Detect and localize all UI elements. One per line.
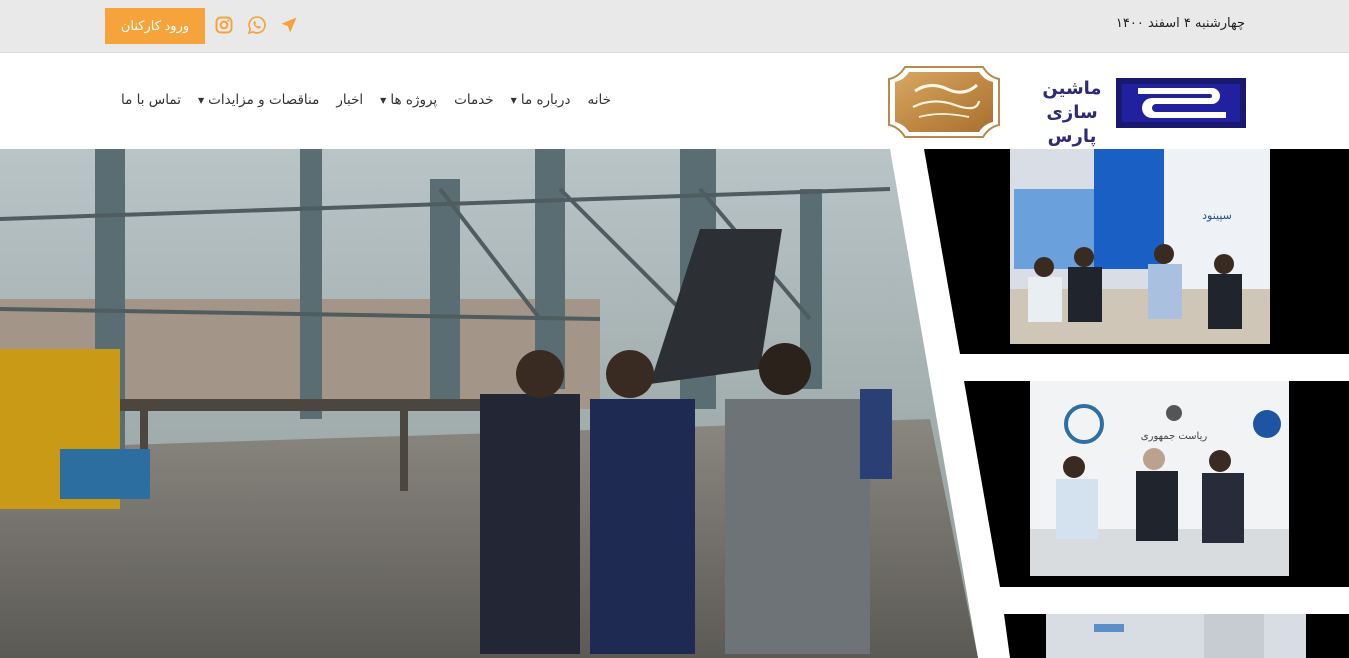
site-header: خانه درباره ما ▼ خدمات پروژه ها ▼ اخبار مناقصات… <box>0 54 1349 149</box>
nav-item-3[interactable]: پروژه ها ▼ <box>371 92 445 108</box>
company-logo[interactable]: ماشین سازی پارس <box>1016 74 1246 147</box>
hero-slider: سپینود ریاست جمهوری <box>0 149 1349 658</box>
production-emblem-logo <box>888 66 1000 138</box>
exhibition-thumbnail-2[interactable]: ریاست جمهوری <box>964 379 1349 589</box>
main-navigation: خانه درباره ما ▼ خدمات پروژه ها ▼ اخبار مناقصات… <box>112 92 619 108</box>
staff-login-button[interactable]: ورود کارکنان <box>105 8 205 44</box>
factory-visit-photo[interactable] <box>0 149 978 658</box>
nav-item-label: خدمات <box>454 92 494 108</box>
nav-item-label: اخبار <box>336 92 364 108</box>
chevron-down-icon: ▼ <box>380 95 387 105</box>
nav-item-2[interactable]: خدمات <box>445 92 502 108</box>
company-name: ماشین سازی پارس <box>1016 77 1128 149</box>
nav-item-1[interactable]: درباره ما ▼ <box>502 92 579 108</box>
exhibition-thumbnail-1[interactable]: سپینود <box>924 149 1349 354</box>
chevron-down-icon: ▼ <box>510 95 517 105</box>
current-date: چهارشنبه ۴ اسفند ۱۴۰۰ <box>1115 16 1245 31</box>
thumb-1-label: سپینود <box>1202 209 1232 222</box>
nav-item-6[interactable]: تماس با ما <box>112 92 189 108</box>
nav-item-4[interactable]: اخبار <box>327 92 371 108</box>
nav-item-label: مناقصات و مزایدات <box>208 92 320 108</box>
thumb-2-label: ریاست جمهوری <box>1141 431 1208 442</box>
exhibition-thumbnail-3[interactable] <box>1004 614 1349 658</box>
instagram-icon[interactable] <box>213 14 235 36</box>
nav-item-label: خانه <box>587 92 611 108</box>
top-bar: چهارشنبه ۴ اسفند ۱۴۰۰ ورود کارکنان <box>0 0 1349 53</box>
nav-item-label: درباره ما <box>520 92 571 108</box>
nav-item-label: تماس با ما <box>121 92 181 108</box>
nav-item-label: پروژه ها <box>390 92 438 108</box>
whatsapp-icon[interactable] <box>246 14 268 36</box>
nav-item-5[interactable]: مناقصات و مزایدات ▼ <box>189 92 327 108</box>
company-logo-mark-icon <box>1116 78 1246 128</box>
chevron-down-icon: ▼ <box>197 95 205 105</box>
logo-line-2: پارس <box>1047 126 1097 147</box>
nav-item-0[interactable]: خانه <box>578 92 618 108</box>
location-arrow-icon[interactable] <box>278 14 300 36</box>
logo-line-1: ماشین سازی <box>1042 78 1102 123</box>
